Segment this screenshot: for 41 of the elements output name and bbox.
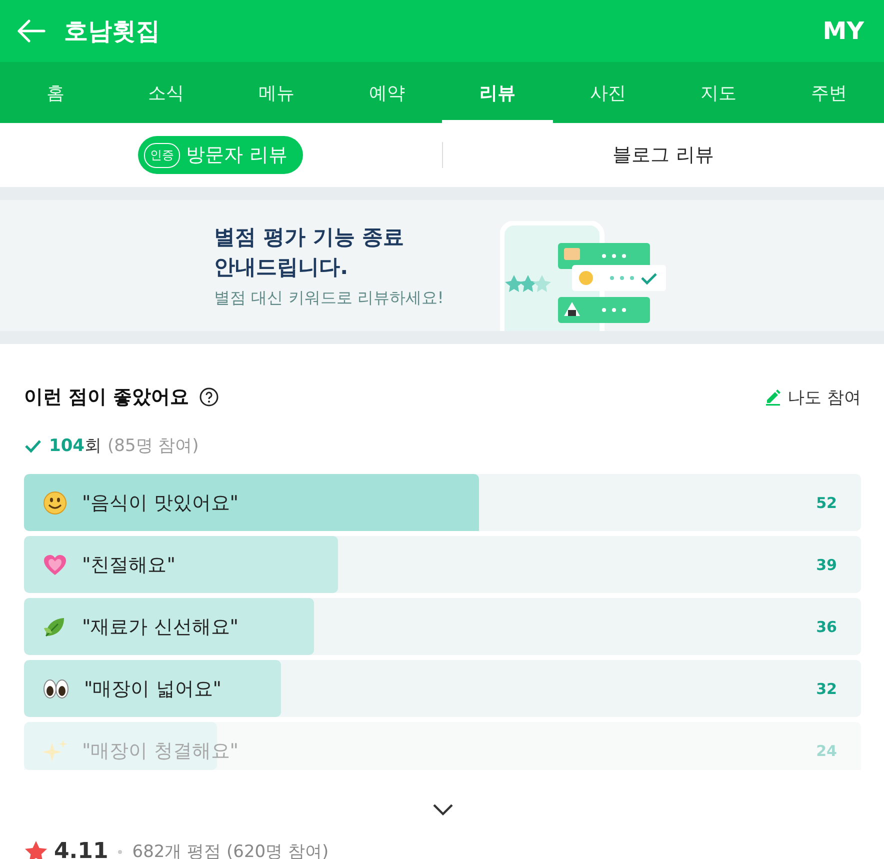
- my-link[interactable]: MY: [822, 17, 864, 45]
- keyword-label: "매장이 청결해요": [82, 738, 239, 764]
- smiley-icon: [42, 490, 68, 516]
- review-tab[interactable]: 블로그 리뷰: [596, 134, 730, 176]
- notice-banner[interactable]: 별점 평가 기능 종료 안내드립니다. 별점 대신 키워드로 리뷰하세요!: [0, 200, 884, 331]
- participant-count: (85명 참여): [108, 435, 199, 457]
- help-icon[interactable]: [199, 387, 220, 407]
- tab[interactable]: 메뉴: [221, 62, 332, 123]
- tab[interactable]: 주변: [774, 62, 884, 123]
- separator-dot: [118, 850, 122, 854]
- keyword-label: "음식이 맛있어요": [82, 490, 239, 516]
- sparkle-icon: [42, 738, 68, 764]
- keyword-count: 39: [816, 556, 837, 574]
- vote-count: 104: [49, 436, 84, 456]
- tab[interactable]: 사진: [552, 62, 663, 123]
- review-tab[interactable]: 인증 방문자 리뷰: [138, 136, 304, 174]
- keyword-count: 52: [816, 494, 837, 512]
- keyword-label: "친절해요": [82, 552, 176, 578]
- check-icon: [24, 438, 42, 452]
- keyword-count: 36: [816, 618, 837, 636]
- banner-title: 별점 평가 기능 종료 안내드립니다.: [214, 224, 406, 281]
- chevron-down-icon[interactable]: [432, 803, 454, 816]
- keyword-count: 32: [816, 680, 837, 698]
- section-title: 이런 점이 좋았어요: [24, 385, 190, 410]
- rating-score: 4.11: [54, 839, 108, 859]
- keyword-label: "재료가 신선해요": [82, 614, 239, 640]
- keyword-count: 24: [816, 742, 837, 760]
- verified-badge: 인증: [144, 142, 180, 168]
- star-icon: [24, 840, 48, 859]
- tab[interactable]: 리뷰: [442, 62, 552, 123]
- join-link[interactable]: 나도 참여: [764, 386, 861, 408]
- place-title: 호남횟집: [64, 16, 161, 47]
- pencil-icon: [764, 388, 782, 406]
- keyword-label: "매장이 넓어요": [84, 676, 222, 702]
- tab[interactable]: 예약: [332, 62, 442, 123]
- tab[interactable]: 홈: [0, 62, 110, 123]
- tab[interactable]: 소식: [110, 62, 221, 123]
- join-label: 나도 참여: [788, 386, 861, 408]
- vote-unit: 회: [84, 435, 102, 457]
- banner-subtitle: 별점 대신 키워드로 리뷰하세요!: [214, 288, 444, 310]
- tab[interactable]: 지도: [663, 62, 774, 123]
